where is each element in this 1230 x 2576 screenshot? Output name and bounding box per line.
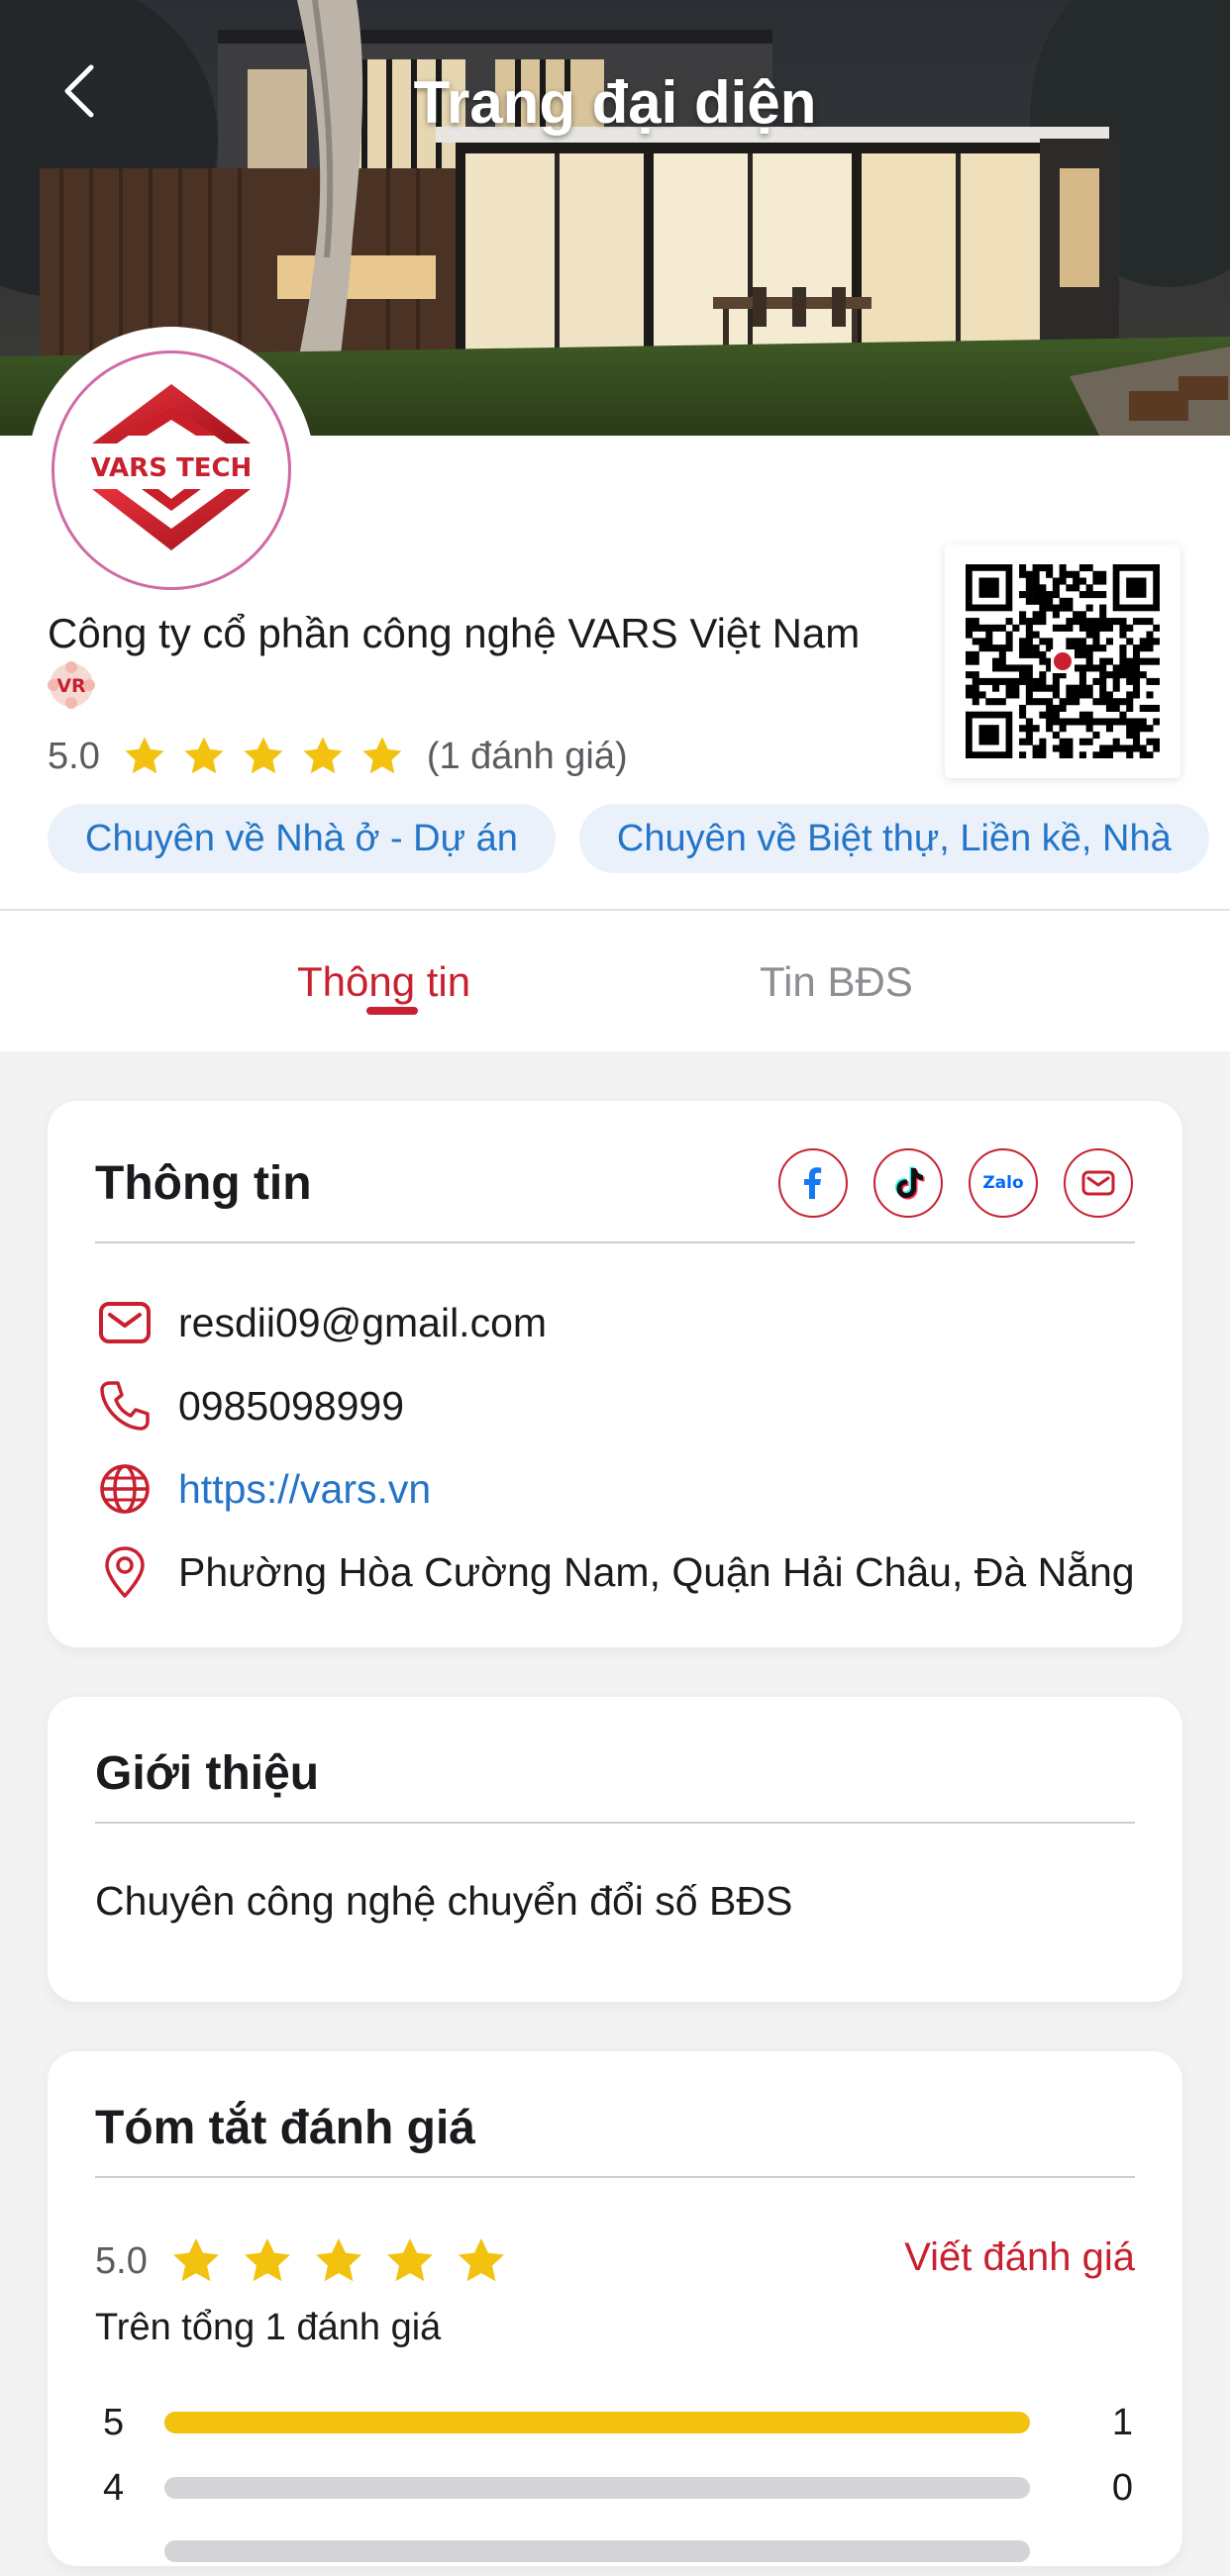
star-icon xyxy=(244,737,283,774)
email-row[interactable]: resdii09@gmail.com xyxy=(95,1291,547,1354)
star-icon xyxy=(303,737,343,774)
specialty-chip[interactable]: Chuyên về Nhà ở - Dự án xyxy=(48,804,556,873)
rating-count: (1 đánh giá) xyxy=(426,735,628,777)
phone-icon xyxy=(95,1376,154,1436)
info-card: Thông tin Zalo resdii09@gmail.com 098509… xyxy=(48,1101,1182,1647)
intro-card: Giới thiệu Chuyên công nghệ chuyển đổi s… xyxy=(48,1697,1182,2002)
rating-bar-fill xyxy=(164,2412,1030,2433)
page-title: Trang đại diện xyxy=(413,69,817,136)
mail-button[interactable] xyxy=(1064,1148,1133,1218)
location-pin-icon xyxy=(95,1542,154,1602)
intro-text: Chuyên công nghệ chuyển đổi số BĐS xyxy=(95,1878,793,1924)
star-icon xyxy=(458,2238,504,2282)
verified-badge-icon: VR xyxy=(48,661,95,709)
star-icon xyxy=(125,737,164,774)
star-icon xyxy=(244,2238,290,2282)
star-icon xyxy=(172,2238,219,2282)
tab-info[interactable]: Thông tin xyxy=(297,952,470,1012)
tiktok-icon xyxy=(895,1166,925,1200)
divider xyxy=(95,1822,1135,1824)
star-icon xyxy=(362,737,402,774)
rating-bar-star: 5 xyxy=(103,2402,125,2443)
qr-code-image xyxy=(966,564,1160,758)
rating-bar-track xyxy=(164,2412,1030,2433)
profile-rating: 5.0 (1 đánh giá) xyxy=(48,731,628,782)
mail-icon xyxy=(1081,1170,1115,1196)
summary-card-title: Tóm tắt đánh giá xyxy=(95,2102,475,2154)
avatar-frame: VARS TECH xyxy=(51,350,291,590)
zalo-button[interactable]: Zalo xyxy=(969,1148,1038,1218)
info-card-title: Thông tin xyxy=(95,1157,312,1210)
rating-value: 5.0 xyxy=(48,735,100,777)
rating-bar-count: 1 xyxy=(1111,2402,1133,2443)
review-summary-card: Tóm tắt đánh giá 5.0 Viết đánh giá Trên … xyxy=(48,2051,1182,2566)
website-row[interactable]: https://vars.vn xyxy=(95,1457,431,1521)
zalo-icon: Zalo xyxy=(982,1173,1024,1193)
qr-code[interactable] xyxy=(945,545,1180,778)
company-avatar[interactable]: VARS TECH xyxy=(28,327,315,614)
phone-value: 0985098999 xyxy=(178,1382,405,1429)
tiktok-button[interactable] xyxy=(873,1148,943,1218)
logo-text: VARS TECH xyxy=(91,453,253,483)
divider xyxy=(95,1241,1135,1243)
intro-card-title: Giới thiệu xyxy=(95,1747,320,1800)
summary-rating: 5.0 xyxy=(95,2229,508,2293)
star-icon xyxy=(184,737,224,774)
facebook-icon xyxy=(804,1167,822,1199)
facebook-button[interactable] xyxy=(778,1148,848,1218)
rating-bar-count: 0 xyxy=(1111,2467,1133,2509)
specialty-chips: Chuyên về Nhà ở - Dự án Chuyên về Biệt th… xyxy=(48,804,1209,873)
rating-bar-track xyxy=(164,2540,1030,2562)
globe-icon xyxy=(95,1459,154,1519)
company-name: Công ty cổ phần công nghệ VARS Việt Nam xyxy=(48,610,861,656)
write-review-button[interactable]: Viết đánh giá xyxy=(904,2235,1135,2280)
rating-bar-row-partial xyxy=(103,2526,1143,2576)
vars-tech-logo: VARS TECH xyxy=(89,384,254,550)
phone-row[interactable]: 0985098999 xyxy=(95,1374,404,1437)
tab-bar: Thông tin Tin BĐS xyxy=(0,911,1230,1051)
address-row[interactable]: Phường Hòa Cường Nam, Quận Hải Châu, Đà … xyxy=(95,1540,1135,1604)
star-icon xyxy=(386,2238,433,2282)
summary-rating-value: 5.0 xyxy=(95,2239,148,2282)
rating-stars xyxy=(122,734,405,779)
rating-bar-star: 4 xyxy=(103,2467,125,2509)
divider xyxy=(95,2176,1135,2178)
svg-text:VR: VR xyxy=(56,675,86,697)
tab-listings[interactable]: Tin BĐS xyxy=(760,952,913,1012)
total-reviews-text: Trên tổng 1 đánh giá xyxy=(95,2307,442,2348)
star-icon xyxy=(315,2238,361,2282)
rating-bar-row: 5 1 xyxy=(103,2398,1143,2447)
email-value: resdii09@gmail.com xyxy=(178,1299,548,1345)
envelope-icon xyxy=(95,1293,154,1352)
website-link[interactable]: https://vars.vn xyxy=(178,1466,431,1513)
rating-bar-row: 4 0 xyxy=(103,2463,1143,2513)
summary-rating-stars xyxy=(169,2234,508,2288)
specialty-chip[interactable]: Chuyên về Biệt thự, Liền kề, Nhà xyxy=(578,804,1209,873)
address-value: Phường Hòa Cường Nam, Quận Hải Châu, Đà … xyxy=(178,1548,1135,1595)
active-tab-indicator xyxy=(366,1007,418,1015)
rating-bar-track xyxy=(164,2477,1030,2499)
